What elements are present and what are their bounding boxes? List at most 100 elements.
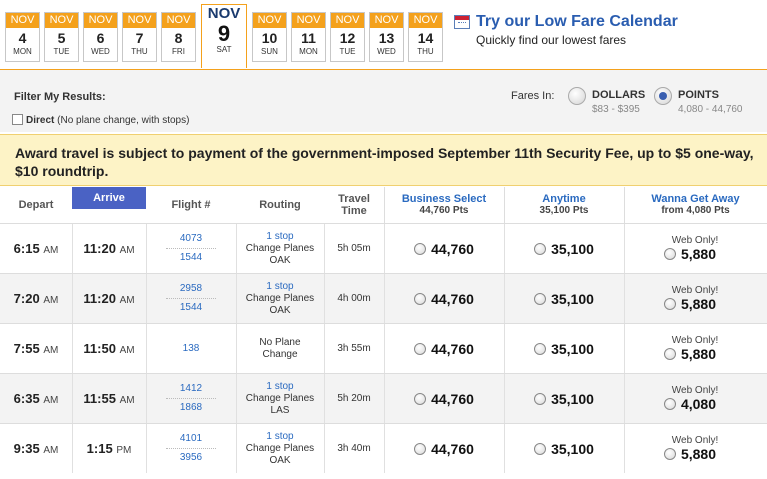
- date-dow: FRI: [172, 47, 185, 56]
- date-tab-10[interactable]: NOV 10 SUN: [252, 12, 287, 62]
- depart-time: 6:15 AM: [13, 241, 59, 256]
- routing: 1 stop Change Planes OAK: [236, 274, 324, 323]
- fare-radio[interactable]: [414, 292, 427, 305]
- wanna-get-away-fare[interactable]: Web Only! 5,880: [624, 224, 756, 273]
- stop-link[interactable]: 1 stop: [266, 381, 293, 393]
- business-select-fare[interactable]: 44,760: [384, 274, 504, 323]
- date-month: NOV: [6, 13, 39, 28]
- direct-label: Direct: [26, 115, 55, 126]
- travel-time: 3h 40m: [337, 443, 371, 454]
- calendar-icon[interactable]: [454, 15, 470, 29]
- flight-number-link[interactable]: 1868: [180, 399, 202, 417]
- col-arrive[interactable]: Arrive: [72, 187, 146, 209]
- anytime-fare[interactable]: 35,100: [504, 274, 624, 323]
- points-range: 4,080 - 44,760: [678, 104, 743, 115]
- date-day: 7: [135, 30, 144, 46]
- low-fare-calendar-link[interactable]: Try our Low Fare Calendar: [476, 13, 678, 31]
- fare-radio[interactable]: [663, 448, 676, 460]
- wanna-get-away-fare[interactable]: Web Only! 4,080: [624, 374, 756, 423]
- routing-line-2: OAK: [269, 454, 291, 466]
- flight-numbers: 2958 1544: [146, 274, 236, 323]
- date-tab-8[interactable]: NOV 8 FRI: [161, 12, 196, 62]
- flight-number-link[interactable]: 1412: [180, 380, 202, 398]
- fare-radio[interactable]: [414, 342, 427, 355]
- date-tab-13[interactable]: NOV 13 WED: [369, 12, 404, 62]
- date-tab-9[interactable]: NOV 9 SAT: [201, 4, 247, 68]
- date-dow: SUN: [261, 47, 278, 56]
- notice-text: Award travel is subject to payment of th…: [15, 145, 754, 179]
- fare-radio[interactable]: [663, 298, 676, 310]
- date-tab-14[interactable]: NOV 14 THU: [408, 12, 443, 62]
- travel-time: 5h 05m: [337, 243, 371, 254]
- direct-checkbox[interactable]: [12, 114, 23, 125]
- date-month: NOV: [331, 13, 364, 28]
- fare-radio[interactable]: [534, 442, 547, 455]
- date-dow: MON: [299, 47, 318, 56]
- flight-number-link[interactable]: 3956: [180, 449, 202, 467]
- fare-radio[interactable]: [534, 292, 547, 305]
- dollars-label: DOLLARS: [592, 89, 646, 101]
- fare-radio[interactable]: [414, 242, 427, 255]
- routing-line-2: LAS: [270, 404, 290, 416]
- col-anytime: Anytime 35,100 Pts: [539, 193, 589, 216]
- date-month: NOV: [202, 5, 246, 22]
- wanna-get-away-fare[interactable]: Web Only! 5,880: [624, 324, 756, 373]
- flight-number-link[interactable]: 1544: [180, 299, 202, 317]
- wanna-get-away-fare[interactable]: Web Only! 5,880: [624, 424, 756, 473]
- date-tab-6[interactable]: NOV 6 WED: [83, 12, 118, 62]
- points-radio[interactable]: [654, 87, 672, 105]
- fare-radio[interactable]: [663, 348, 676, 360]
- fare-radio[interactable]: [663, 398, 676, 410]
- fares-in-label: Fares In:: [511, 90, 555, 102]
- fare-radio[interactable]: [414, 392, 427, 405]
- anytime-fare[interactable]: 35,100: [504, 324, 624, 373]
- direct-filter[interactable]: Direct (No plane change, with stops): [12, 114, 189, 126]
- flight-number-link[interactable]: 4073: [180, 230, 202, 248]
- dollars-radio[interactable]: [568, 87, 586, 105]
- anytime-fare[interactable]: 35,100: [504, 374, 624, 423]
- date-tab-7[interactable]: NOV 7 THU: [122, 12, 157, 62]
- date-dow: MON: [13, 47, 32, 56]
- flight-numbers: 138: [146, 324, 236, 373]
- flight-number-link[interactable]: 138: [183, 340, 200, 358]
- date-dow: TUE: [53, 47, 70, 56]
- stop-link[interactable]: 1 stop: [266, 281, 293, 293]
- stop-link[interactable]: 1 stop: [266, 431, 293, 443]
- fare-radio[interactable]: [534, 242, 547, 255]
- date-month: NOV: [409, 13, 442, 28]
- anytime-fare[interactable]: 35,100: [504, 424, 624, 473]
- business-select-fare[interactable]: 44,760: [384, 374, 504, 423]
- date-day: 4: [18, 30, 27, 46]
- wanna-get-away-fare[interactable]: Web Only! 5,880: [624, 274, 756, 323]
- flight-number-link[interactable]: 4101: [180, 430, 202, 448]
- fare-radio[interactable]: [663, 248, 676, 260]
- fare-radio[interactable]: [534, 392, 547, 405]
- stop-link[interactable]: 1 stop: [266, 231, 293, 243]
- business-select-fare[interactable]: 44,760: [384, 424, 504, 473]
- col-travel-time[interactable]: Travel Time: [324, 187, 384, 223]
- col-routing[interactable]: Routing: [236, 187, 324, 223]
- anytime-fare[interactable]: 35,100: [504, 224, 624, 273]
- routing-line-2: OAK: [269, 304, 291, 316]
- col-business-select: Business Select 44,760 Pts: [401, 193, 487, 216]
- fare-radio[interactable]: [534, 342, 547, 355]
- depart-time: 7:20 AM: [13, 291, 59, 306]
- fare-radio[interactable]: [414, 442, 427, 455]
- date-tab-4[interactable]: NOV 4 MON: [5, 12, 40, 62]
- business-select-fare[interactable]: 44,760: [384, 324, 504, 373]
- routing-line-2: Change: [262, 348, 298, 360]
- table-row: 6:35 AM 11:55 AM 1412 1868 1 stop Change Plan…: [0, 373, 767, 423]
- flight-number-link[interactable]: 2958: [180, 280, 202, 298]
- web-only-label: Web Only!: [671, 285, 719, 296]
- date-month: NOV: [253, 13, 286, 28]
- depart-time: 9:35 AM: [13, 441, 59, 456]
- date-day: 12: [339, 30, 356, 46]
- col-flight: Flight #: [171, 199, 211, 211]
- date-tab-12[interactable]: NOV 12 TUE: [330, 12, 365, 62]
- date-dow: THU: [131, 47, 148, 56]
- col-depart[interactable]: Depart: [0, 187, 72, 223]
- flight-number-link[interactable]: 1544: [180, 249, 202, 267]
- date-tab-5[interactable]: NOV 5 TUE: [44, 12, 79, 62]
- business-select-fare[interactable]: 44,760: [384, 224, 504, 273]
- date-tab-11[interactable]: NOV 11 MON: [291, 12, 326, 62]
